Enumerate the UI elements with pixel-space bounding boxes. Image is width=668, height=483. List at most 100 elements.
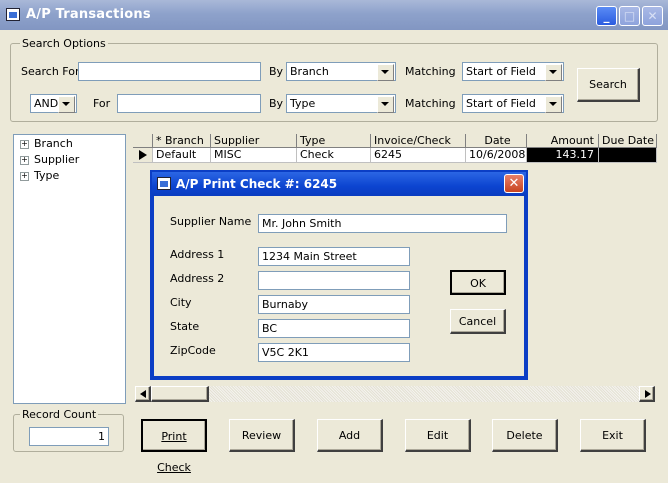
chevron-down-icon[interactable] xyxy=(545,96,562,113)
row-selector[interactable] xyxy=(133,148,153,163)
matching-select-1[interactable]: Start of Field xyxy=(462,62,564,81)
by-select-2-value: Type xyxy=(290,97,316,110)
tree-item-branch[interactable]: + Branch xyxy=(20,137,73,150)
expand-icon[interactable]: + xyxy=(20,171,29,181)
search-for-input[interactable] xyxy=(78,62,261,81)
ok-button[interactable]: OK xyxy=(450,270,506,295)
arrow-right-icon xyxy=(645,390,651,398)
maximize-button: □ xyxy=(619,6,640,26)
for-input[interactable] xyxy=(117,94,261,113)
scroll-left-button[interactable] xyxy=(135,386,151,402)
record-count-label: Record Count xyxy=(20,408,99,421)
print-check-dialog: A/P Print Check #: 6245 ✕ Supplier Name … xyxy=(150,170,528,380)
ok-label: OK xyxy=(470,277,486,290)
logic-select-value: AND xyxy=(34,97,59,110)
column-header-amount[interactable]: Amount xyxy=(527,134,599,148)
column-header-supplier[interactable]: Supplier xyxy=(211,134,297,148)
column-header-date[interactable]: Date xyxy=(466,134,527,148)
horizontal-scrollbar[interactable] xyxy=(135,386,655,402)
address2-label: Address 2 xyxy=(170,272,225,285)
matching-select-2-value: Start of Field xyxy=(466,97,536,110)
row-selector-header xyxy=(133,134,153,148)
review-label: Review xyxy=(241,429,282,442)
matching-select-2[interactable]: Start of Field xyxy=(462,94,564,113)
search-for-label: Search For xyxy=(21,65,80,78)
address2-field[interactable] xyxy=(258,271,410,290)
by-select-1[interactable]: Branch xyxy=(286,62,396,81)
chevron-down-icon[interactable] xyxy=(377,64,394,81)
by-label-1: By xyxy=(269,65,284,78)
table-cell-invoice[interactable]: 6245 xyxy=(371,148,466,163)
by-select-2[interactable]: Type xyxy=(286,94,396,113)
record-count-value: 1 xyxy=(29,427,109,446)
edit-label: Edit xyxy=(426,429,449,442)
tree-item-label: Type xyxy=(34,169,60,182)
close-window-button: ✕ xyxy=(642,6,663,26)
search-button[interactable]: Search xyxy=(577,68,640,102)
cancel-button[interactable]: Cancel xyxy=(450,309,506,334)
zipcode-field[interactable]: V5C 2K1 xyxy=(258,343,410,362)
scroll-right-button[interactable] xyxy=(639,386,655,402)
table-cell-amount[interactable]: 143.17 xyxy=(527,148,599,163)
dialog-icon xyxy=(157,177,171,190)
city-field[interactable]: Burnaby xyxy=(258,295,410,314)
matching-label-2: Matching xyxy=(405,97,456,110)
address1-label: Address 1 xyxy=(170,248,225,261)
cancel-label: Cancel xyxy=(458,315,497,328)
table-cell-due-date[interactable] xyxy=(599,148,657,163)
supplier-name-label: Supplier Name xyxy=(170,215,252,228)
dialog-close-button[interactable]: ✕ xyxy=(504,174,524,193)
matching-select-1-value: Start of Field xyxy=(466,65,536,78)
dialog-title-bar: A/P Print Check #: 6245 ✕ xyxy=(152,172,526,196)
review-button[interactable]: Review xyxy=(229,419,295,452)
chevron-down-icon[interactable] xyxy=(58,96,75,113)
column-header-branch[interactable]: * Branch xyxy=(153,134,211,148)
print-check-button[interactable]: Print Check xyxy=(141,419,207,474)
tree-item-label: Supplier xyxy=(34,153,80,166)
filter-tree[interactable]: + Branch + Supplier + Type xyxy=(13,134,126,404)
arrow-left-icon xyxy=(140,390,146,398)
window-title: A/P Transactions xyxy=(26,7,151,22)
tree-item-supplier[interactable]: + Supplier xyxy=(20,153,79,166)
print-check-label: Print Check xyxy=(157,430,191,474)
search-options-label: Search Options xyxy=(20,37,108,50)
delete-button[interactable]: Delete xyxy=(492,419,558,452)
column-header-type[interactable]: Type xyxy=(297,134,371,148)
dialog-body: Supplier Name Mr. John Smith Address 1 1… xyxy=(154,196,524,376)
column-header-due-date[interactable]: Due Date xyxy=(599,134,657,148)
logic-select[interactable]: AND xyxy=(30,94,77,113)
address1-field[interactable]: 1234 Main Street xyxy=(258,247,410,266)
table-cell-date[interactable]: 10/6/2008 xyxy=(466,148,527,163)
edit-button[interactable]: Edit xyxy=(405,419,471,452)
minimize-button[interactable]: _ xyxy=(596,6,617,26)
by-label-2: By xyxy=(269,97,284,110)
city-label: City xyxy=(170,296,192,309)
state-label: State xyxy=(170,320,200,333)
column-header-invoice[interactable]: Invoice/Check xyxy=(371,134,466,148)
state-field[interactable]: BC xyxy=(258,319,410,338)
app-icon xyxy=(6,8,20,21)
tree-item-type[interactable]: + Type xyxy=(20,169,59,182)
title-bar: A/P Transactions _ □ ✕ xyxy=(0,0,668,30)
for-label: For xyxy=(93,97,111,110)
zipcode-label: ZipCode xyxy=(170,344,216,357)
supplier-name-field[interactable]: Mr. John Smith xyxy=(258,214,507,233)
exit-button[interactable]: Exit xyxy=(580,419,646,452)
matching-label-1: Matching xyxy=(405,65,456,78)
expand-icon[interactable]: + xyxy=(20,139,29,149)
scroll-thumb[interactable] xyxy=(151,386,209,402)
search-button-label: Search xyxy=(589,78,627,91)
add-label: Add xyxy=(338,429,361,442)
add-button[interactable]: Add xyxy=(317,419,383,452)
table-cell-branch[interactable]: Default xyxy=(153,148,211,163)
tree-item-label: Branch xyxy=(34,137,73,150)
exit-label: Exit xyxy=(602,429,623,442)
dialog-title: A/P Print Check #: 6245 xyxy=(176,177,338,191)
table-cell-supplier[interactable]: MISC xyxy=(211,148,297,163)
current-row-icon xyxy=(139,150,147,160)
expand-icon[interactable]: + xyxy=(20,155,29,165)
by-select-1-value: Branch xyxy=(290,65,329,78)
chevron-down-icon[interactable] xyxy=(377,96,394,113)
chevron-down-icon[interactable] xyxy=(545,64,562,81)
table-cell-type[interactable]: Check xyxy=(297,148,371,163)
